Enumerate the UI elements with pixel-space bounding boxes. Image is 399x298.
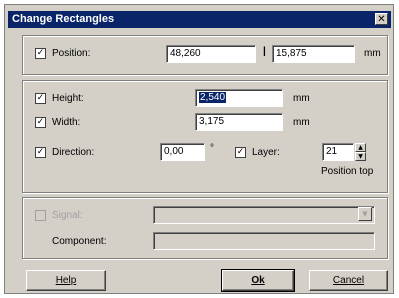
signal-dropdown[interactable]: [153, 206, 375, 224]
direction-input[interactable]: 0,00: [160, 143, 205, 161]
direction-unit: °: [210, 143, 214, 154]
layer-checkbox[interactable]: ✓: [235, 147, 246, 158]
position-label: Position:: [52, 48, 91, 59]
component-label: Component:: [52, 236, 107, 247]
width-input[interactable]: 3,175: [195, 113, 283, 131]
direction-label: Direction:: [52, 147, 95, 158]
height-value-selection: 2,540: [199, 92, 227, 103]
ok-button[interactable]: Ok: [221, 269, 295, 292]
height-label: Height:: [52, 93, 84, 104]
position-separator: |: [263, 46, 266, 57]
signal-label: Signal:: [52, 210, 83, 221]
layer-spin-down-icon[interactable]: ▼: [355, 152, 366, 161]
close-icon[interactable]: ✕: [375, 13, 388, 25]
height-checkbox[interactable]: ✓: [35, 93, 46, 104]
layer-position-caption: Position top: [321, 166, 374, 177]
height-input[interactable]: 2,540: [195, 89, 283, 107]
height-unit: mm: [293, 93, 310, 104]
component-field: [153, 232, 375, 250]
help-button[interactable]: Help: [26, 270, 106, 291]
dialog-title: Change Rectangles: [12, 13, 115, 25]
signal-checkbox[interactable]: [35, 210, 46, 221]
width-checkbox[interactable]: ✓: [35, 117, 46, 128]
direction-checkbox[interactable]: ✓: [35, 147, 46, 158]
position-x-input[interactable]: 48,260: [166, 45, 256, 63]
signal-dropdown-chevron-icon[interactable]: ▼: [358, 207, 372, 221]
position-y-input[interactable]: 15,875: [272, 45, 355, 63]
width-label: Width:: [52, 117, 81, 128]
layer-input[interactable]: 21: [322, 143, 354, 161]
title-bar: Change Rectangles ✕: [8, 11, 391, 28]
layer-label: Layer:: [252, 147, 280, 158]
position-checkbox[interactable]: ✓: [35, 48, 46, 59]
layer-spin-up-icon[interactable]: ▲: [355, 143, 366, 152]
cancel-button[interactable]: Cancel: [309, 270, 388, 291]
width-unit: mm: [293, 117, 310, 128]
position-unit: mm: [364, 48, 381, 59]
